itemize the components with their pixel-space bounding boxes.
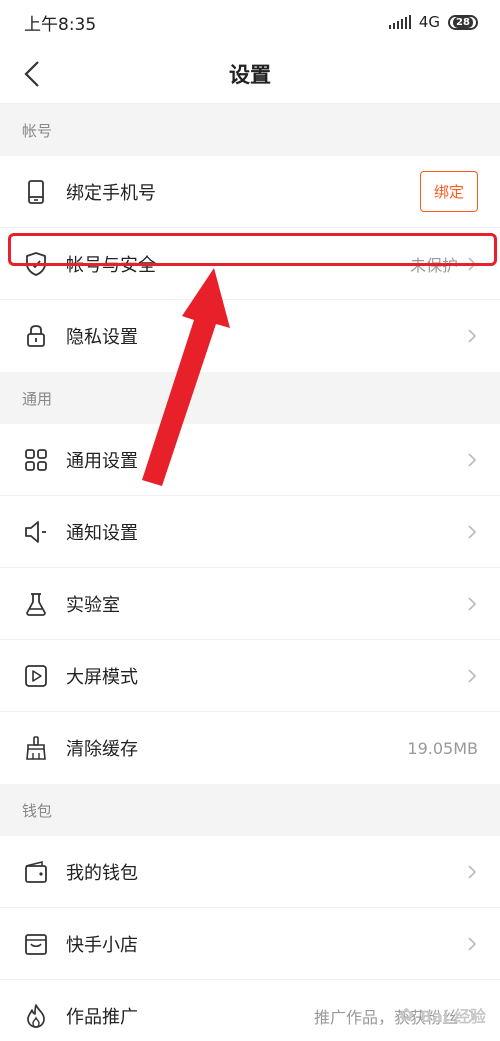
row-label: 快手小店 xyxy=(66,934,138,956)
status-icons: 4G 28 xyxy=(388,13,478,31)
broom-icon xyxy=(22,734,50,762)
network-type: 4G xyxy=(418,13,440,31)
chevron-right-icon xyxy=(466,327,478,345)
row-notification[interactable]: 通知设置 xyxy=(0,496,500,568)
cache-size: 19.05MB xyxy=(407,738,478,758)
row-bind-phone[interactable]: 绑定手机号 绑定 xyxy=(0,156,500,228)
page-title: 设置 xyxy=(229,62,271,87)
speaker-icon xyxy=(22,518,50,546)
grid-icon xyxy=(22,446,50,474)
row-label: 清除缓存 xyxy=(66,739,138,760)
section-header-account: 帐号 xyxy=(0,104,500,156)
row-clear-cache[interactable]: 清除缓存 19.05MB xyxy=(0,712,500,784)
back-arrow-icon xyxy=(24,61,39,87)
status-bar: 上午8:35 4G 28 xyxy=(0,0,500,44)
back-button[interactable] xyxy=(10,52,54,96)
row-label: 实验室 xyxy=(66,594,120,616)
flame-icon xyxy=(22,1002,50,1030)
shield-icon xyxy=(22,250,50,278)
row-label: 我的钱包 xyxy=(66,862,138,884)
row-shop[interactable]: 快手小店 xyxy=(0,908,500,980)
phone-icon xyxy=(22,178,50,206)
row-big-screen[interactable]: 大屏模式 xyxy=(0,640,500,712)
chevron-right-icon xyxy=(466,863,478,881)
battery-icon: 28 xyxy=(448,14,478,30)
watermark-logo: ✿ Bai 经验 xyxy=(399,1003,486,1027)
row-label: 帐号与安全 xyxy=(66,254,156,276)
chevron-right-icon xyxy=(466,935,478,953)
chevron-right-icon xyxy=(466,667,478,685)
section-header-wallet: 钱包 xyxy=(0,784,500,836)
paw-icon: ✿ xyxy=(398,1004,414,1026)
signal-icon xyxy=(388,15,411,29)
status-time: 上午8:35 xyxy=(24,14,97,35)
row-label: 绑定手机号 xyxy=(66,182,156,204)
row-lab[interactable]: 实验室 xyxy=(0,568,500,640)
row-privacy[interactable]: 隐私设置 xyxy=(0,300,500,372)
watermark-text: Bai 经验 xyxy=(419,1007,486,1026)
row-general-settings[interactable]: 通用设置 xyxy=(0,424,500,496)
play-icon xyxy=(22,662,50,690)
wallet-icon xyxy=(22,858,50,886)
battery-level: 28 xyxy=(453,16,473,28)
lock-icon xyxy=(22,322,50,350)
section-header-general: 通用 xyxy=(0,372,500,424)
store-icon xyxy=(22,930,50,958)
row-label: 作品推广 xyxy=(66,1007,138,1028)
row-label: 大屏模式 xyxy=(66,666,138,688)
chevron-right-icon xyxy=(466,451,478,469)
navigation-bar: 设置 xyxy=(0,44,500,104)
flask-icon xyxy=(22,590,50,618)
row-account-security[interactable]: 帐号与安全 未保护 xyxy=(0,228,500,300)
row-my-wallet[interactable]: 我的钱包 xyxy=(0,836,500,908)
row-label: 隐私设置 xyxy=(66,327,138,348)
security-status: 未保护 xyxy=(409,255,458,275)
chevron-right-icon xyxy=(466,523,478,541)
bind-button[interactable]: 绑定 xyxy=(419,171,478,212)
chevron-right-icon xyxy=(466,595,478,613)
row-label: 通用设置 xyxy=(66,450,138,472)
row-label: 通知设置 xyxy=(66,522,138,544)
chevron-right-icon xyxy=(466,255,478,273)
